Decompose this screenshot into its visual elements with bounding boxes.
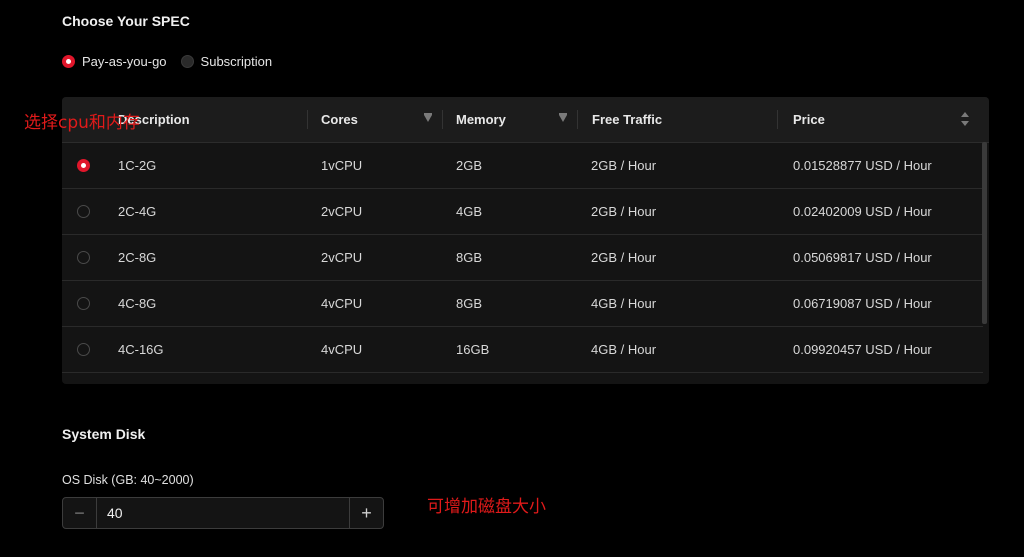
cell-traffic: 2GB / Hour	[591, 158, 657, 173]
filter-icon[interactable]	[559, 113, 567, 122]
table-header: Description Cores Memory Free Traffic Pr…	[62, 97, 989, 143]
cell-price: 0.09920457 USD / Hour	[793, 342, 932, 357]
cell-traffic: 4GB / Hour	[591, 342, 657, 357]
cell-memory: 8GB	[456, 296, 483, 311]
cell-traffic: 2GB / Hour	[591, 250, 657, 265]
cell-description: 4C-8G	[118, 296, 157, 311]
table-row[interactable]: 2C-8G 2vCPU 8GB 2GB / Hour 0.05069817 US…	[62, 235, 983, 281]
row-radio-icon[interactable]	[77, 297, 90, 310]
cell-cores: 4vCPU	[321, 342, 363, 357]
billing-option-pay-as-you-go[interactable]: Pay-as-you-go	[62, 54, 167, 69]
cell-memory: 4GB	[456, 204, 483, 219]
annotation-select-cpu-memory: 选择cpu和内存	[24, 113, 140, 133]
cell-memory: 8GB	[456, 250, 483, 265]
cell-cores: 4vCPU	[321, 296, 363, 311]
cell-cores: 2vCPU	[321, 204, 363, 219]
minus-icon[interactable]: −	[63, 498, 97, 528]
annotation-increase-disk: 可增加磁盘大小	[427, 497, 546, 517]
cell-price: 0.01528877 USD / Hour	[793, 158, 932, 173]
column-header-price[interactable]: Price	[777, 97, 983, 142]
plus-icon[interactable]: +	[349, 498, 383, 528]
cell-cores: 2vCPU	[321, 250, 363, 265]
cell-price: 0.02402009 USD / Hour	[793, 204, 932, 219]
spec-section-title: Choose Your SPEC	[62, 13, 190, 29]
os-disk-label: OS Disk (GB: 40~2000)	[62, 473, 194, 487]
table-row[interactable]: 2C-4G 2vCPU 4GB 2GB / Hour 0.02402009 US…	[62, 189, 983, 235]
row-radio-selected-icon[interactable]	[77, 159, 90, 172]
cell-description: 1C-2G	[118, 158, 157, 173]
table-row[interactable]: 4C-16G 4vCPU 16GB 4GB / Hour 0.09920457 …	[62, 327, 983, 373]
row-radio-icon[interactable]	[77, 251, 90, 264]
billing-option-subscription[interactable]: Subscription	[180, 54, 273, 69]
spec-table: Description Cores Memory Free Traffic Pr…	[62, 97, 989, 384]
column-header-memory[interactable]: Memory	[442, 97, 578, 142]
cell-memory: 16GB	[456, 342, 490, 357]
billing-mode-group: Pay-as-you-go Subscription	[62, 54, 286, 69]
os-disk-size-input[interactable]	[97, 498, 349, 528]
sort-icon[interactable]	[961, 112, 969, 126]
table-scrollbar[interactable]	[982, 142, 987, 324]
table-row[interactable]: 4C-8G 4vCPU 8GB 4GB / Hour 0.06719087 US…	[62, 281, 983, 327]
billing-option-label: Pay-as-you-go	[82, 54, 167, 69]
filter-icon[interactable]	[424, 113, 432, 122]
column-header-free-traffic: Free Traffic	[577, 97, 778, 142]
cell-description: 4C-16G	[118, 342, 164, 357]
radio-unselected-icon	[180, 55, 194, 68]
billing-option-label: Subscription	[200, 54, 273, 69]
row-radio-icon[interactable]	[77, 205, 90, 218]
cell-traffic: 4GB / Hour	[591, 296, 657, 311]
radio-selected-icon	[62, 55, 75, 68]
os-disk-stepper: − +	[62, 497, 384, 529]
table-row[interactable]: 1C-2G 1vCPU 2GB 2GB / Hour 0.01528877 US…	[62, 143, 983, 189]
cell-cores: 1vCPU	[321, 158, 363, 173]
cell-traffic: 2GB / Hour	[591, 204, 657, 219]
cell-price: 0.05069817 USD / Hour	[793, 250, 932, 265]
column-header-cores[interactable]: Cores	[307, 97, 443, 142]
cell-memory: 2GB	[456, 158, 483, 173]
system-disk-title: System Disk	[62, 426, 146, 442]
cell-price: 0.06719087 USD / Hour	[793, 296, 932, 311]
cell-description: 2C-8G	[118, 250, 157, 265]
cell-description: 2C-4G	[118, 204, 157, 219]
row-radio-icon[interactable]	[77, 343, 90, 356]
